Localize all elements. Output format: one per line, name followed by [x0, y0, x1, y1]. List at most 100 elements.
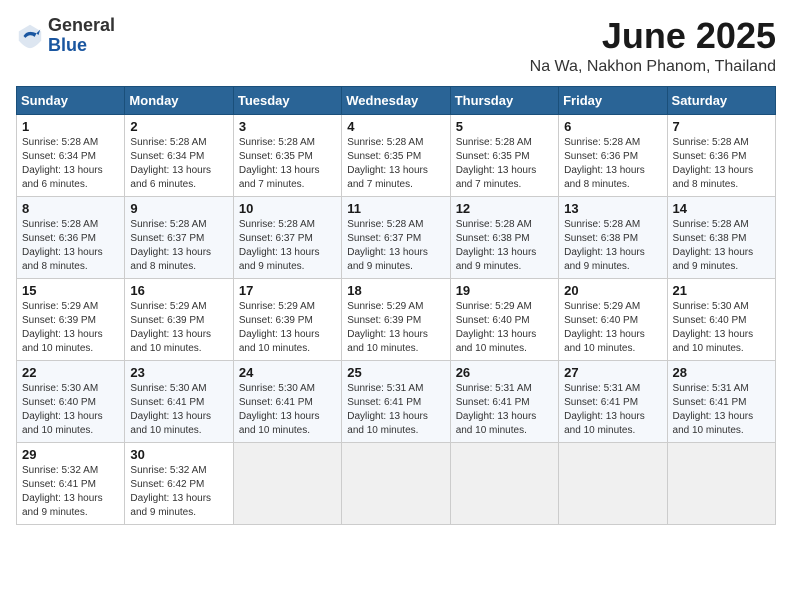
- day-number: 1: [22, 119, 119, 134]
- day-number: 20: [564, 283, 661, 298]
- title-area: June 2025 Na Wa, Nakhon Phanom, Thailand: [530, 16, 776, 76]
- day-number: 22: [22, 365, 119, 380]
- day-number: 28: [673, 365, 770, 380]
- day-info: Sunrise: 5:28 AM Sunset: 6:38 PM Dayligh…: [456, 218, 553, 274]
- month-title: June 2025: [530, 16, 776, 56]
- location-title: Na Wa, Nakhon Phanom, Thailand: [530, 58, 776, 76]
- day-info: Sunrise: 5:31 AM Sunset: 6:41 PM Dayligh…: [564, 382, 661, 438]
- header-monday: Monday: [125, 86, 233, 114]
- day-info: Sunrise: 5:28 AM Sunset: 6:37 PM Dayligh…: [239, 218, 336, 274]
- table-row: 3 Sunrise: 5:28 AM Sunset: 6:35 PM Dayli…: [233, 114, 341, 196]
- calendar-header-row: Sunday Monday Tuesday Wednesday Thursday…: [17, 86, 776, 114]
- day-number: 19: [456, 283, 553, 298]
- day-number: 14: [673, 201, 770, 216]
- table-row: 16 Sunrise: 5:29 AM Sunset: 6:39 PM Dayl…: [125, 278, 233, 360]
- day-number: 4: [347, 119, 444, 134]
- day-info: Sunrise: 5:28 AM Sunset: 6:36 PM Dayligh…: [22, 218, 119, 274]
- header-thursday: Thursday: [450, 86, 558, 114]
- day-info: Sunrise: 5:28 AM Sunset: 6:35 PM Dayligh…: [456, 136, 553, 192]
- day-info: Sunrise: 5:30 AM Sunset: 6:40 PM Dayligh…: [673, 300, 770, 356]
- day-number: 10: [239, 201, 336, 216]
- day-number: 3: [239, 119, 336, 134]
- table-row: 14 Sunrise: 5:28 AM Sunset: 6:38 PM Dayl…: [667, 196, 775, 278]
- logo: General Blue: [16, 16, 115, 56]
- table-row: [233, 442, 341, 524]
- day-info: Sunrise: 5:30 AM Sunset: 6:40 PM Dayligh…: [22, 382, 119, 438]
- day-number: 25: [347, 365, 444, 380]
- table-row: 1 Sunrise: 5:28 AM Sunset: 6:34 PM Dayli…: [17, 114, 125, 196]
- day-number: 2: [130, 119, 227, 134]
- day-info: Sunrise: 5:28 AM Sunset: 6:35 PM Dayligh…: [239, 136, 336, 192]
- table-row: [450, 442, 558, 524]
- day-info: Sunrise: 5:28 AM Sunset: 6:35 PM Dayligh…: [347, 136, 444, 192]
- table-row: 30 Sunrise: 5:32 AM Sunset: 6:42 PM Dayl…: [125, 442, 233, 524]
- table-row: 9 Sunrise: 5:28 AM Sunset: 6:37 PM Dayli…: [125, 196, 233, 278]
- day-info: Sunrise: 5:31 AM Sunset: 6:41 PM Dayligh…: [347, 382, 444, 438]
- table-row: 17 Sunrise: 5:29 AM Sunset: 6:39 PM Dayl…: [233, 278, 341, 360]
- table-row: 13 Sunrise: 5:28 AM Sunset: 6:38 PM Dayl…: [559, 196, 667, 278]
- day-info: Sunrise: 5:29 AM Sunset: 6:39 PM Dayligh…: [22, 300, 119, 356]
- table-row: 25 Sunrise: 5:31 AM Sunset: 6:41 PM Dayl…: [342, 360, 450, 442]
- day-number: 8: [22, 201, 119, 216]
- table-row: 11 Sunrise: 5:28 AM Sunset: 6:37 PM Dayl…: [342, 196, 450, 278]
- day-info: Sunrise: 5:28 AM Sunset: 6:34 PM Dayligh…: [130, 136, 227, 192]
- day-number: 17: [239, 283, 336, 298]
- day-number: 5: [456, 119, 553, 134]
- header-saturday: Saturday: [667, 86, 775, 114]
- day-number: 11: [347, 201, 444, 216]
- table-row: 22 Sunrise: 5:30 AM Sunset: 6:40 PM Dayl…: [17, 360, 125, 442]
- day-number: 24: [239, 365, 336, 380]
- day-info: Sunrise: 5:28 AM Sunset: 6:36 PM Dayligh…: [564, 136, 661, 192]
- day-number: 29: [22, 447, 119, 462]
- table-row: 18 Sunrise: 5:29 AM Sunset: 6:39 PM Dayl…: [342, 278, 450, 360]
- calendar-row: 8 Sunrise: 5:28 AM Sunset: 6:36 PM Dayli…: [17, 196, 776, 278]
- table-row: 6 Sunrise: 5:28 AM Sunset: 6:36 PM Dayli…: [559, 114, 667, 196]
- day-info: Sunrise: 5:28 AM Sunset: 6:38 PM Dayligh…: [673, 218, 770, 274]
- table-row: [667, 442, 775, 524]
- calendar-row: 15 Sunrise: 5:29 AM Sunset: 6:39 PM Dayl…: [17, 278, 776, 360]
- day-number: 30: [130, 447, 227, 462]
- day-number: 21: [673, 283, 770, 298]
- table-row: 7 Sunrise: 5:28 AM Sunset: 6:36 PM Dayli…: [667, 114, 775, 196]
- calendar-row: 29 Sunrise: 5:32 AM Sunset: 6:41 PM Dayl…: [17, 442, 776, 524]
- day-number: 23: [130, 365, 227, 380]
- table-row: 29 Sunrise: 5:32 AM Sunset: 6:41 PM Dayl…: [17, 442, 125, 524]
- table-row: [559, 442, 667, 524]
- table-row: 20 Sunrise: 5:29 AM Sunset: 6:40 PM Dayl…: [559, 278, 667, 360]
- day-number: 18: [347, 283, 444, 298]
- header-tuesday: Tuesday: [233, 86, 341, 114]
- page-header: General Blue June 2025 Na Wa, Nakhon Pha…: [16, 16, 776, 76]
- day-number: 13: [564, 201, 661, 216]
- table-row: 27 Sunrise: 5:31 AM Sunset: 6:41 PM Dayl…: [559, 360, 667, 442]
- table-row: 12 Sunrise: 5:28 AM Sunset: 6:38 PM Dayl…: [450, 196, 558, 278]
- table-row: 19 Sunrise: 5:29 AM Sunset: 6:40 PM Dayl…: [450, 278, 558, 360]
- day-info: Sunrise: 5:32 AM Sunset: 6:41 PM Dayligh…: [22, 464, 119, 520]
- day-info: Sunrise: 5:31 AM Sunset: 6:41 PM Dayligh…: [456, 382, 553, 438]
- day-info: Sunrise: 5:28 AM Sunset: 6:36 PM Dayligh…: [673, 136, 770, 192]
- table-row: 15 Sunrise: 5:29 AM Sunset: 6:39 PM Dayl…: [17, 278, 125, 360]
- table-row: 2 Sunrise: 5:28 AM Sunset: 6:34 PM Dayli…: [125, 114, 233, 196]
- day-info: Sunrise: 5:30 AM Sunset: 6:41 PM Dayligh…: [130, 382, 227, 438]
- day-number: 16: [130, 283, 227, 298]
- day-number: 26: [456, 365, 553, 380]
- table-row: [342, 442, 450, 524]
- header-friday: Friday: [559, 86, 667, 114]
- day-number: 12: [456, 201, 553, 216]
- calendar-row: 22 Sunrise: 5:30 AM Sunset: 6:40 PM Dayl…: [17, 360, 776, 442]
- day-info: Sunrise: 5:29 AM Sunset: 6:39 PM Dayligh…: [239, 300, 336, 356]
- day-info: Sunrise: 5:29 AM Sunset: 6:39 PM Dayligh…: [130, 300, 227, 356]
- header-wednesday: Wednesday: [342, 86, 450, 114]
- day-info: Sunrise: 5:29 AM Sunset: 6:39 PM Dayligh…: [347, 300, 444, 356]
- logo-text: General Blue: [48, 16, 115, 56]
- table-row: 10 Sunrise: 5:28 AM Sunset: 6:37 PM Dayl…: [233, 196, 341, 278]
- header-sunday: Sunday: [17, 86, 125, 114]
- table-row: 24 Sunrise: 5:30 AM Sunset: 6:41 PM Dayl…: [233, 360, 341, 442]
- day-number: 7: [673, 119, 770, 134]
- table-row: 28 Sunrise: 5:31 AM Sunset: 6:41 PM Dayl…: [667, 360, 775, 442]
- day-info: Sunrise: 5:28 AM Sunset: 6:34 PM Dayligh…: [22, 136, 119, 192]
- day-info: Sunrise: 5:28 AM Sunset: 6:37 PM Dayligh…: [347, 218, 444, 274]
- calendar-row: 1 Sunrise: 5:28 AM Sunset: 6:34 PM Dayli…: [17, 114, 776, 196]
- day-number: 27: [564, 365, 661, 380]
- day-info: Sunrise: 5:28 AM Sunset: 6:38 PM Dayligh…: [564, 218, 661, 274]
- logo-general: General: [48, 16, 115, 36]
